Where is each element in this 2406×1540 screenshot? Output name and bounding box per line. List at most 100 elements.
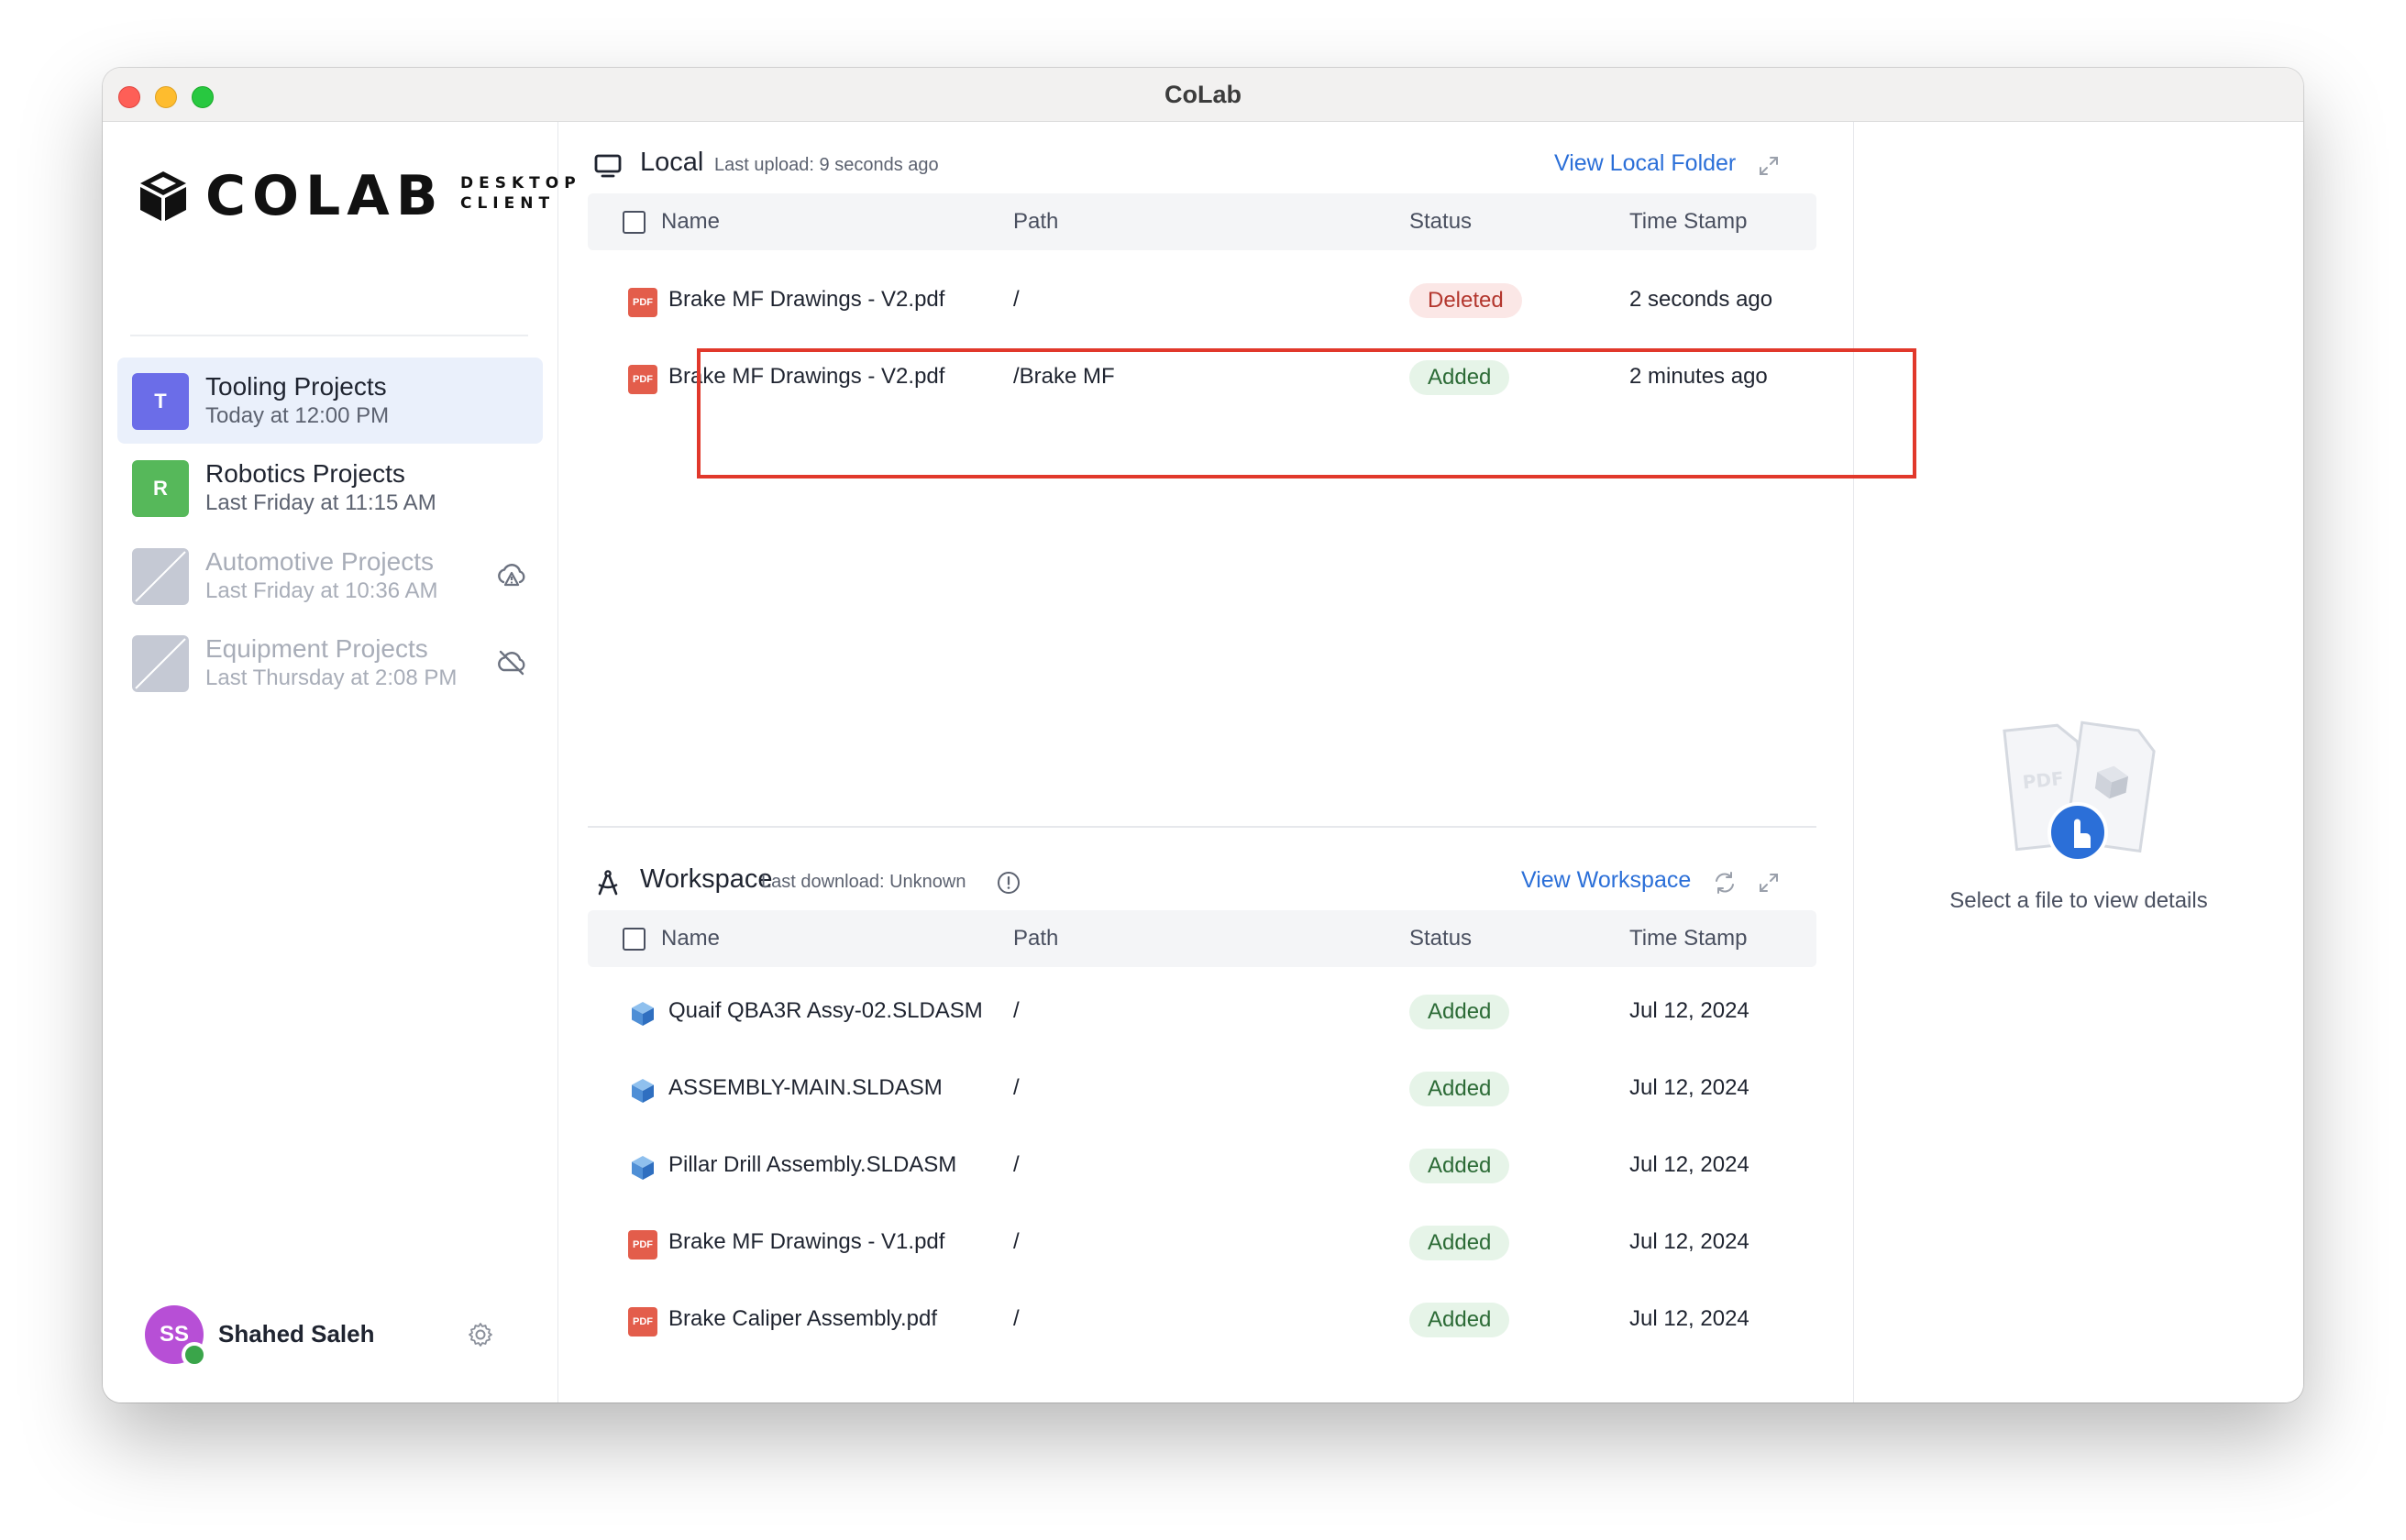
file-name: Quaif QBA3R Assy-02.SLDASM	[668, 998, 983, 1023]
project-item-robotics[interactable]: R Robotics Projects Last Friday at 11:15…	[117, 445, 543, 531]
main-panel: Local Last upload: 9 seconds ago View Lo…	[558, 122, 1853, 1402]
project-name: Tooling Projects	[205, 372, 387, 401]
file-name: Brake MF Drawings - V1.pdf	[668, 1229, 945, 1254]
window-title: CoLab	[1164, 81, 1242, 108]
project-avatar: T	[132, 373, 189, 430]
status-badge: Added	[1409, 1226, 1510, 1260]
monitor-icon	[594, 154, 622, 178]
info-icon[interactable]	[997, 871, 1021, 895]
empty-state-text: Select a file to view details	[1949, 888, 2208, 913]
table-row[interactable]: PDF Brake Caliper Assembly.pdf / Added J…	[588, 1282, 1816, 1359]
colab-cube-icon	[140, 171, 186, 221]
project-time: Last Thursday at 2:08 PM	[205, 666, 458, 690]
view-workspace-link[interactable]: View Workspace	[1521, 867, 1691, 894]
gear-icon[interactable]	[466, 1320, 495, 1349]
file-name: Brake Caliper Assembly.pdf	[668, 1306, 938, 1331]
table-row[interactable]: ASSEMBLY-MAIN.SLDASM / Added Jul 12, 202…	[588, 1051, 1816, 1128]
file-path: /Brake MF	[1013, 364, 1115, 389]
file-timestamp: 2 seconds ago	[1629, 287, 1773, 312]
status-badge: Added	[1409, 1149, 1510, 1183]
refresh-icon[interactable]	[1712, 870, 1738, 896]
local-last-upload: Last upload: 9 seconds ago	[714, 155, 939, 175]
status-badge: Added	[1409, 1303, 1510, 1337]
file-timestamp: Jul 12, 2024	[1629, 1075, 1749, 1100]
column-path[interactable]: Path	[1013, 926, 1058, 952]
select-all-checkbox[interactable]	[623, 211, 646, 234]
select-all-checkbox[interactable]	[623, 928, 646, 951]
column-status[interactable]: Status	[1409, 209, 1472, 235]
status-badge: Deleted	[1409, 283, 1522, 318]
project-item-tooling[interactable]: T Tooling Projects Today at 12:00 PM	[117, 358, 543, 444]
compass-drafting-icon	[598, 870, 618, 896]
details-pane: PDF Select a file to view details	[1853, 122, 2303, 1402]
user-name: Shahed Saleh	[218, 1320, 375, 1348]
sidebar-divider	[130, 335, 528, 336]
table-row[interactable]: Quaif QBA3R Assy-02.SLDASM / Added Jul 1…	[588, 974, 1816, 1051]
file-path: /	[1013, 1306, 1020, 1331]
file-path: /	[1013, 1229, 1020, 1254]
file-timestamp: Jul 12, 2024	[1629, 1306, 1749, 1331]
pdf-file-icon: PDF	[628, 1230, 657, 1260]
project-avatar: R	[132, 460, 189, 517]
view-local-folder-link[interactable]: View Local Folder	[1554, 150, 1736, 177]
project-name: Automotive Projects	[205, 547, 434, 576]
column-status[interactable]: Status	[1409, 926, 1472, 952]
table-row[interactable]: PDF Brake MF Drawings - V1.pdf / Added J…	[588, 1205, 1816, 1282]
workspace-title: Workspace	[640, 864, 773, 894]
project-item-automotive[interactable]: Automotive Projects Last Friday at 10:36…	[117, 533, 543, 619]
logo-wordmark: COLAB	[205, 164, 445, 228]
project-time: Last Friday at 11:15 AM	[205, 490, 436, 515]
cloud-off-icon[interactable]	[495, 645, 528, 678]
column-path[interactable]: Path	[1013, 209, 1058, 235]
local-title: Local	[640, 148, 704, 177]
table-row[interactable]: Pillar Drill Assembly.SLDASM / Added Jul…	[588, 1128, 1816, 1205]
cad-assembly-icon	[632, 1156, 654, 1180]
project-placeholder-avatar	[132, 548, 189, 605]
project-placeholder-avatar	[132, 635, 189, 692]
local-table-header: Name Path Status Time Stamp	[588, 193, 1816, 250]
section-divider	[588, 826, 1816, 828]
sidebar: COLAB DESKTOP CLIENT T Tooling Projects …	[103, 122, 576, 1402]
file-path: /	[1013, 287, 1020, 312]
pdf-file-icon: PDF	[628, 365, 657, 394]
expand-icon[interactable]	[1756, 870, 1782, 896]
pdf-file-icon: PDF	[628, 288, 657, 317]
title-bar: CoLab	[103, 68, 2303, 122]
project-name: Equipment Projects	[205, 634, 428, 663]
column-name[interactable]: Name	[661, 209, 720, 235]
column-time-stamp[interactable]: Time Stamp	[1629, 926, 1747, 952]
project-item-equipment[interactable]: Equipment Projects Last Thursday at 2:08…	[117, 620, 543, 706]
cloud-upload-warning-icon[interactable]	[495, 558, 528, 591]
file-path: /	[1013, 998, 1020, 1023]
app-window: CoLab COLAB DESKTOP CLIENT T Tooling Pro…	[103, 68, 2303, 1402]
local-section-header: Local Last upload: 9 seconds ago View Lo…	[558, 142, 1784, 188]
workspace-table-header: Name Path Status Time Stamp	[588, 910, 1816, 967]
file-timestamp: Jul 12, 2024	[1629, 1152, 1749, 1177]
svg-text:PDF: PDF	[2022, 767, 2065, 794]
status-badge: Added	[1409, 995, 1510, 1029]
user-profile[interactable]: SS Shahed Saleh	[145, 1305, 521, 1370]
column-time-stamp[interactable]: Time Stamp	[1629, 209, 1747, 235]
cad-assembly-icon	[632, 1002, 654, 1026]
file-timestamp: Jul 12, 2024	[1629, 998, 1749, 1023]
project-time: Last Friday at 10:36 AM	[205, 578, 438, 603]
online-status-indicator	[182, 1342, 207, 1368]
status-badge: Added	[1409, 360, 1510, 395]
table-row[interactable]: PDF Brake MF Drawings - V2.pdf / Deleted…	[588, 263, 1816, 340]
column-name[interactable]: Name	[661, 926, 720, 952]
select-file-illustration-icon: PDF	[2003, 720, 2156, 863]
file-name: Pillar Drill Assembly.SLDASM	[668, 1152, 957, 1177]
file-name: ASSEMBLY-MAIN.SLDASM	[668, 1075, 943, 1100]
expand-icon[interactable]	[1756, 153, 1782, 179]
workspace-section-header: Workspace Last download: Unknown View Wo…	[558, 859, 1784, 905]
file-timestamp: Jul 12, 2024	[1629, 1229, 1749, 1254]
workspace-last-download: Last download: Unknown	[761, 872, 966, 892]
file-path: /	[1013, 1152, 1020, 1177]
project-name: Robotics Projects	[205, 459, 405, 488]
cad-assembly-icon	[632, 1079, 654, 1103]
status-badge: Added	[1409, 1072, 1510, 1106]
file-path: /	[1013, 1075, 1020, 1100]
table-row[interactable]: PDF Brake MF Drawings - V2.pdf /Brake MF…	[588, 340, 1816, 417]
pdf-file-icon: PDF	[628, 1307, 657, 1336]
file-name: Brake MF Drawings - V2.pdf	[668, 364, 945, 389]
